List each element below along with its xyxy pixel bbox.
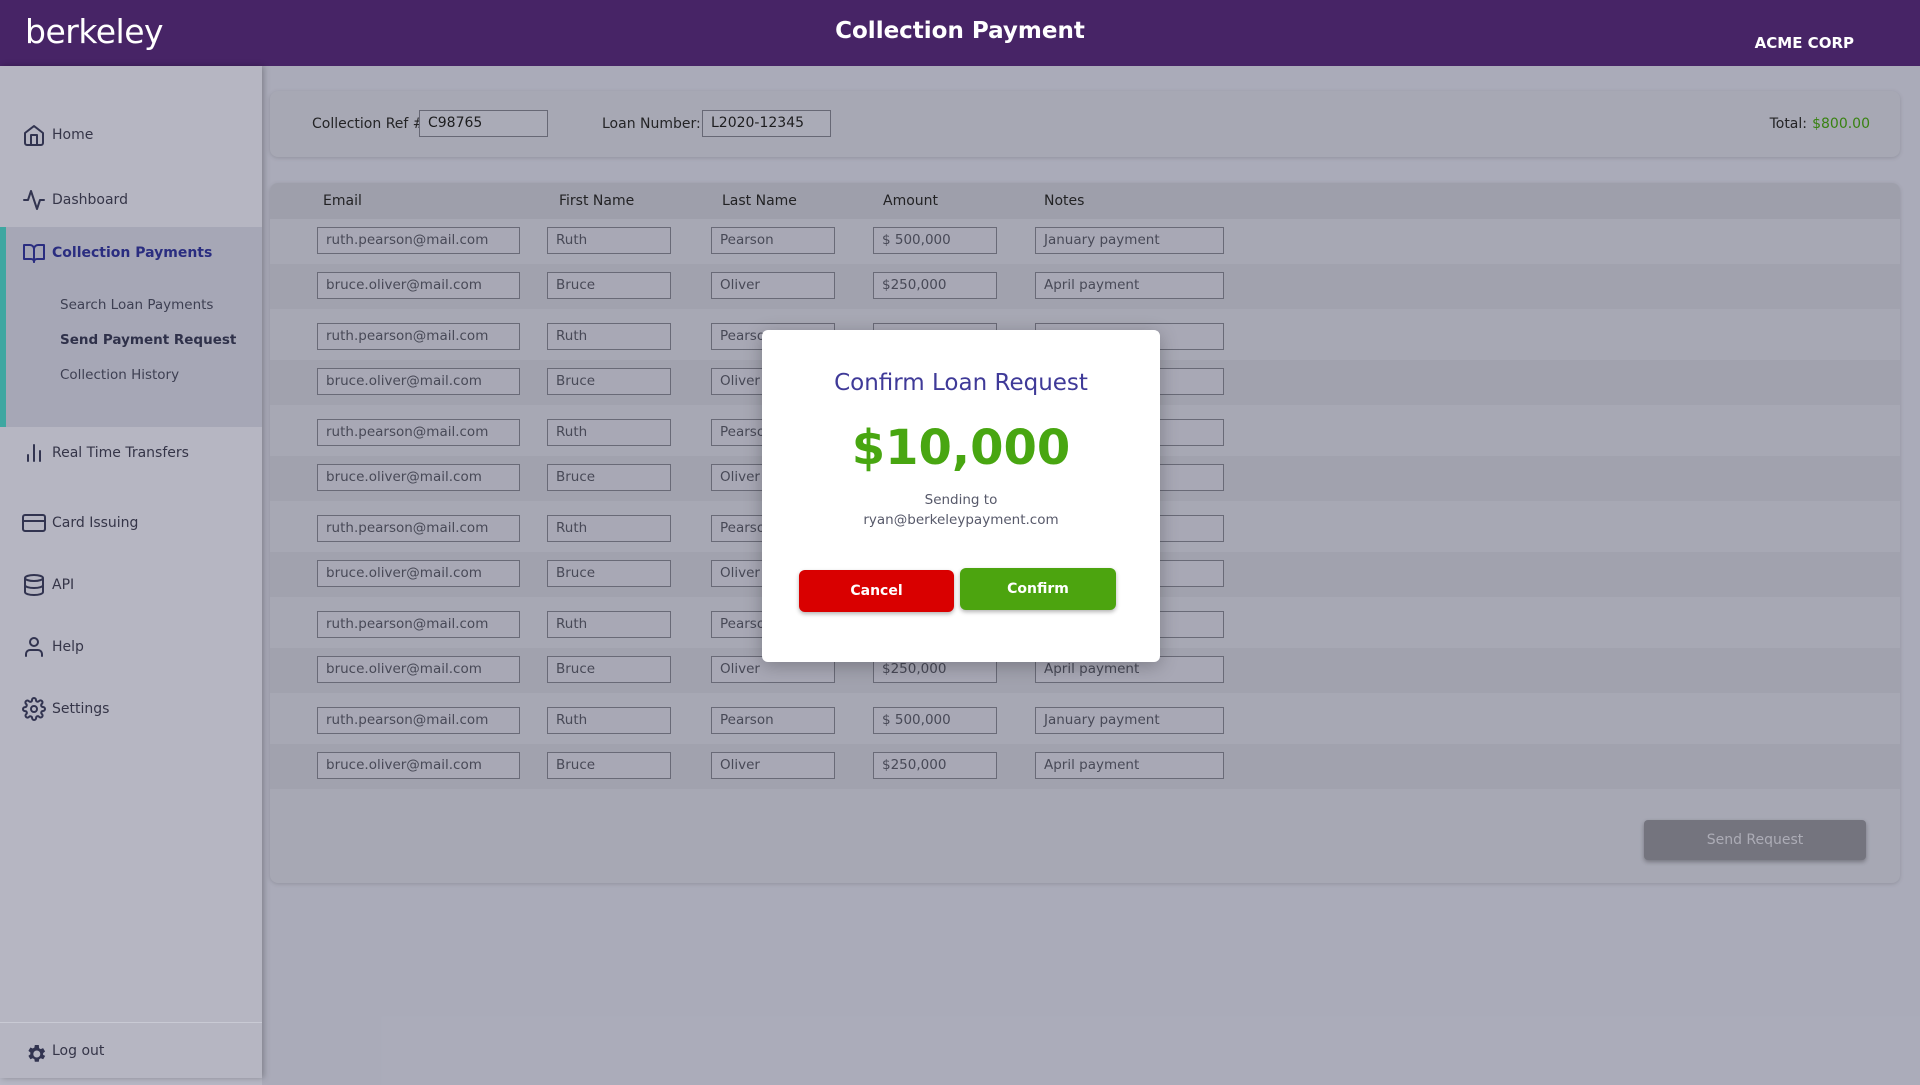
database-icon (22, 573, 46, 597)
recipient-email: ryan@berkeleypayment.com (863, 512, 1059, 528)
subnav-search-loan-payments[interactable]: Search Loan Payments (60, 297, 213, 313)
confirm-button[interactable]: Confirm (960, 568, 1116, 610)
book-icon (22, 241, 46, 265)
sidebar-item-card-issuing[interactable]: Card Issuing (0, 508, 262, 538)
bar-chart-icon (22, 441, 46, 465)
sidebar-item-label: Settings (52, 701, 110, 717)
sidebar-item-home[interactable]: Home (0, 120, 262, 150)
request-amount: $10,000 (851, 420, 1071, 476)
recipient-info: Sending to ryan@berkeleypayment.com (762, 490, 1160, 530)
sidebar-divider (0, 1022, 262, 1023)
sidebar-item-label: Real Time Transfers (52, 445, 189, 461)
user-icon (22, 635, 46, 659)
home-icon (22, 123, 46, 147)
sidebar-item-label: Card Issuing (52, 515, 139, 531)
sidebar-item-settings[interactable]: Settings (0, 694, 262, 724)
subnav-collection-history[interactable]: Collection History (60, 367, 179, 383)
sidebar-item-real-time-transfers[interactable]: Real Time Transfers (0, 438, 262, 468)
dialog-title: Confirm Loan Request (834, 370, 1088, 396)
cancel-button[interactable]: Cancel (799, 570, 954, 612)
sidebar-item-label: Collection Payments (52, 245, 213, 261)
subnav-send-payment-request[interactable]: Send Payment Request (60, 332, 236, 348)
sidebar-item-label: Dashboard (52, 192, 128, 208)
sidebar-item-api[interactable]: API (0, 570, 262, 600)
logout-label: Log out (52, 1043, 105, 1059)
sidebar-item-help[interactable]: Help (0, 632, 262, 662)
sidebar: Home Dashboard Collection Payments Searc… (0, 66, 262, 1078)
credit-card-icon (22, 511, 46, 535)
sidebar-item-collection-payments[interactable]: Collection Payments (0, 238, 262, 268)
sending-to-label: Sending to (924, 492, 998, 508)
gear-icon (24, 1042, 46, 1062)
app-header: berkeley Collection Payment ACME CORP (0, 0, 1920, 66)
page-title: Collection Payment (835, 18, 1085, 44)
activity-icon (22, 188, 46, 212)
sidebar-item-label: API (52, 577, 75, 593)
sidebar-item-logout[interactable]: Log out (0, 1036, 262, 1066)
org-name: ACME CORP (1754, 34, 1854, 52)
sidebar-item-label: Help (52, 639, 84, 655)
sidebar-item-dashboard[interactable]: Dashboard (0, 185, 262, 215)
gear-icon (22, 697, 46, 721)
sidebar-item-label: Home (52, 127, 94, 143)
confirm-loan-dialog: Confirm Loan Request $10,000 Sending to … (762, 330, 1160, 662)
